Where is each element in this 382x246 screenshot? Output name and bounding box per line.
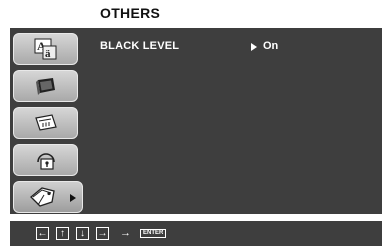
navigation-bar: ← ↑ ↓ → → ENTER bbox=[10, 221, 382, 246]
down-key-icon: ↓ bbox=[76, 227, 89, 240]
setting-label: BLACK LEVEL bbox=[100, 40, 180, 52]
svg-text:ä: ä bbox=[45, 48, 51, 60]
tab-others[interactable] bbox=[13, 181, 83, 213]
tab-lock[interactable] bbox=[13, 144, 78, 176]
play-arrow-icon bbox=[251, 43, 257, 51]
setting-value[interactable]: On bbox=[263, 40, 278, 52]
settings-panel: BLACK LEVEL On bbox=[84, 28, 382, 214]
sidebar: A ä bbox=[10, 28, 84, 214]
tab-language[interactable]: A ä bbox=[13, 33, 78, 65]
language-icon: A ä bbox=[33, 37, 59, 61]
tv-screen-icon bbox=[33, 74, 59, 98]
display-settings-icon bbox=[33, 111, 59, 135]
left-key-icon: ← bbox=[36, 227, 49, 240]
arrow-icon: → bbox=[120, 227, 131, 239]
enter-key-icon: ENTER bbox=[140, 229, 167, 238]
setting-row-black-level[interactable]: BLACK LEVEL On bbox=[100, 40, 372, 56]
tab-display[interactable] bbox=[13, 107, 78, 139]
others-tag-icon bbox=[28, 185, 58, 209]
selected-arrow-icon bbox=[70, 194, 76, 202]
up-key-icon: ↑ bbox=[56, 227, 69, 240]
right-key-icon: → bbox=[96, 227, 109, 240]
page-title: OTHERS bbox=[100, 5, 161, 21]
tab-tv-screen[interactable] bbox=[13, 70, 78, 102]
lock-icon bbox=[33, 148, 59, 172]
